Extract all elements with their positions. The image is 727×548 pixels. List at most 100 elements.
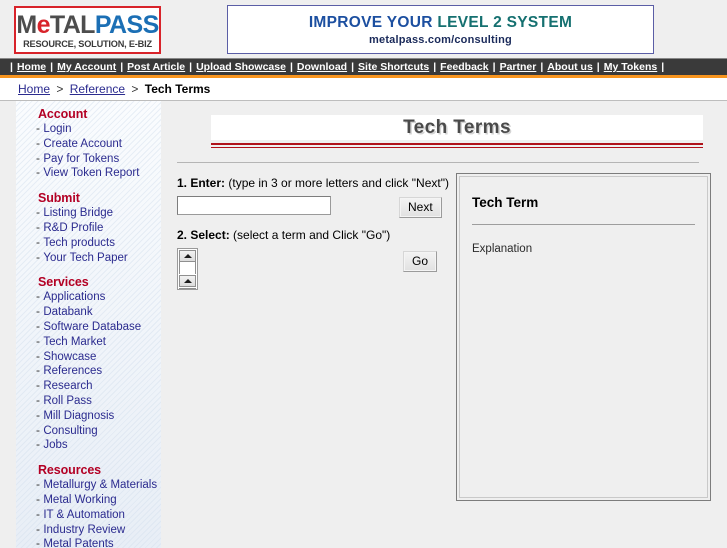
go-button[interactable]: Go [403, 251, 438, 272]
sidebar-item-tech-market[interactable]: - Tech Market [16, 334, 161, 350]
sidebar-item-jobs[interactable]: - Jobs [16, 437, 161, 453]
next-button[interactable]: Next [399, 197, 442, 218]
sidebar-link-label[interactable]: Tech Market [43, 336, 106, 348]
logo-letter-m: M [16, 11, 37, 39]
sidebar-item-industry-review[interactable]: - Industry Review [16, 522, 161, 538]
nav-item-download[interactable]: Download [295, 59, 349, 75]
banner-headline: IMPROVE YOUR LEVEL 2 SYSTEM [309, 14, 572, 32]
sidebar-link-label[interactable]: Jobs [43, 439, 67, 451]
sidebar-item-research[interactable]: - Research [16, 378, 161, 394]
sidebar-link-label[interactable]: Software Database [43, 321, 141, 333]
breadcrumb-current: Tech Terms [144, 82, 211, 96]
tech-term-panel-inner: Tech Term Explanation [459, 176, 708, 498]
tech-term-panel: Tech Term Explanation [456, 173, 711, 501]
sidebar-link-label[interactable]: R&D Profile [43, 222, 103, 234]
sidebar-link-label[interactable]: View Token Report [43, 167, 139, 179]
step1-hint: (type in 3 or more letters and click "Ne… [228, 176, 449, 190]
banner-url: metalpass.com/consulting [369, 33, 512, 46]
page-title-box: Tech Terms [211, 115, 703, 140]
sidebar-link-label[interactable]: Showcase [43, 351, 96, 363]
sidebar-heading-resources: Resources [38, 463, 102, 478]
breadcrumb-link-home[interactable]: Home [18, 82, 50, 96]
sidebar-link-label[interactable]: Login [43, 123, 71, 135]
sidebar-item-consulting[interactable]: - Consulting [16, 423, 161, 439]
sidebar-link-label[interactable]: Consulting [43, 425, 97, 437]
sidebar-link-label[interactable]: IT & Automation [43, 509, 125, 521]
page-title-band: Tech Terms [211, 115, 703, 148]
promo-banner[interactable]: IMPROVE YOUR LEVEL 2 SYSTEM metalpass.co… [227, 5, 654, 54]
sidebar-item-metal-working[interactable]: - Metal Working [16, 492, 161, 508]
breadcrumb-link-reference[interactable]: Reference [70, 82, 125, 96]
nav-item-partner[interactable]: Partner [498, 59, 539, 75]
sidebar-link-label[interactable]: Mill Diagnosis [43, 410, 114, 422]
sidebar-group-account: Account - Login - Create Account - Pay for … [16, 107, 161, 181]
sidebar-item-it-automation[interactable]: - IT & Automation [16, 507, 161, 523]
sidebar-item-references[interactable]: - References [16, 363, 161, 379]
step2-label-row: 2. Select: (select a term and Click "Go"… [177, 227, 452, 243]
sidebar-item-software-database[interactable]: - Software Database [16, 319, 161, 335]
sidebar-item-tech-products[interactable]: - Tech products [16, 235, 161, 251]
sidebar-group-services: Services - Applications - Databank - Softwa… [16, 275, 161, 453]
sidebar-link-label[interactable]: Listing Bridge [43, 207, 113, 219]
nav-item-feedback[interactable]: Feedback [438, 59, 490, 75]
sidebar-link-label[interactable]: Industry Review [43, 524, 125, 536]
breadcrumb-separator: > [53, 82, 67, 96]
breadcrumb[interactable]: Home > Reference > Tech Terms [0, 78, 727, 101]
sidebar-group-submit: Submit - Listing Bridge - R&D Profile - Tec… [16, 191, 161, 265]
sidebar-link-label[interactable]: Applications [43, 291, 105, 303]
main-navigation[interactable]: | Home | My Account | Post Article | Upload Sho… [0, 58, 727, 75]
scroll-up-secondary-icon[interactable] [179, 275, 196, 287]
sidebar-item-databank[interactable]: - Databank [16, 304, 161, 320]
page-body: Account - Login - Create Account - Pay for … [0, 101, 727, 548]
sidebar-item-pay-for-tokens[interactable]: - Pay for Tokens [16, 151, 161, 167]
nav-item-about-us[interactable]: About us [545, 59, 595, 75]
scroll-up-icon[interactable] [179, 250, 196, 262]
sidebar-link-label[interactable]: Databank [43, 306, 92, 318]
nav-item-post-article[interactable]: Post Article [125, 59, 187, 75]
nav-item-upload-showcase[interactable]: Upload Showcase [194, 59, 288, 75]
sidebar-item-roll-pass[interactable]: - Roll Pass [16, 393, 161, 409]
sidebar-item-create-account[interactable]: - Create Account [16, 136, 161, 152]
sidebar-item-mill-diagnosis[interactable]: - Mill Diagnosis [16, 408, 161, 424]
step1-label: 1. Enter: [177, 176, 226, 190]
sidebar-item-your-tech-paper[interactable]: - Your Tech Paper [16, 250, 161, 266]
sidebar-link-label[interactable]: Metal Patents [43, 538, 113, 548]
term-listbox[interactable] [177, 248, 198, 290]
site-header: MeTALPASS RESOURCE, SOLUTION, E-BIZ IMPR… [0, 0, 727, 58]
nav-item-site-shortcuts[interactable]: Site Shortcuts [356, 59, 431, 75]
sidebar-item-login[interactable]: - Login [16, 121, 161, 137]
sidebar-link-label[interactable]: Roll Pass [43, 395, 92, 407]
logo-tagline: RESOURCE, SOLUTION, E-BIZ [23, 39, 152, 49]
sidebar: Account - Login - Create Account - Pay for … [16, 101, 161, 548]
tech-term-explanation: Explanation [472, 243, 533, 255]
sidebar-link-label[interactable]: Your Tech Paper [43, 252, 127, 264]
sidebar-item-metallurgy-materials[interactable]: - Metallurgy & Materials [16, 477, 161, 493]
scroll-down-icon[interactable] [179, 288, 196, 289]
nav-item-my-account[interactable]: My Account [55, 59, 118, 75]
sidebar-item-metal-patents[interactable]: - Metal Patents [16, 536, 161, 548]
sidebar-link-label[interactable]: Metal Working [43, 494, 116, 506]
sidebar-link-label[interactable]: Pay for Tokens [43, 153, 119, 165]
nav-item-my-tokens[interactable]: My Tokens [602, 59, 659, 75]
sidebar-item-applications[interactable]: - Applications [16, 289, 161, 305]
sidebar-link-label[interactable]: Research [43, 380, 92, 392]
sidebar-heading-account: Account [38, 107, 88, 121]
search-input[interactable] [177, 196, 331, 215]
sidebar-item-r-d-profile[interactable]: - R&D Profile [16, 220, 161, 236]
sidebar-link-label[interactable]: Metallurgy & Materials [43, 479, 157, 491]
scrollbar-thumb[interactable] [179, 262, 196, 274]
site-logo[interactable]: MeTALPASS RESOURCE, SOLUTION, E-BIZ [14, 6, 161, 54]
sidebar-item-showcase[interactable]: - Showcase [16, 349, 161, 365]
sidebar-link-label[interactable]: References [43, 365, 102, 377]
nav-separator: | [661, 61, 665, 73]
sidebar-link-label[interactable]: Create Account [43, 138, 122, 150]
sidebar-item-view-token-report[interactable]: - View Token Report [16, 165, 161, 181]
logo-letters-tal: TAL [49, 11, 96, 39]
page-title: Tech Terms [403, 117, 511, 138]
sidebar-item-listing-bridge[interactable]: - Listing Bridge [16, 205, 161, 221]
logo-letter-e: e [36, 11, 51, 39]
nav-item-home[interactable]: Home [15, 59, 48, 75]
nav-separator: | [120, 61, 124, 73]
title-rule-thick [211, 143, 703, 145]
sidebar-link-label[interactable]: Tech products [43, 237, 115, 249]
